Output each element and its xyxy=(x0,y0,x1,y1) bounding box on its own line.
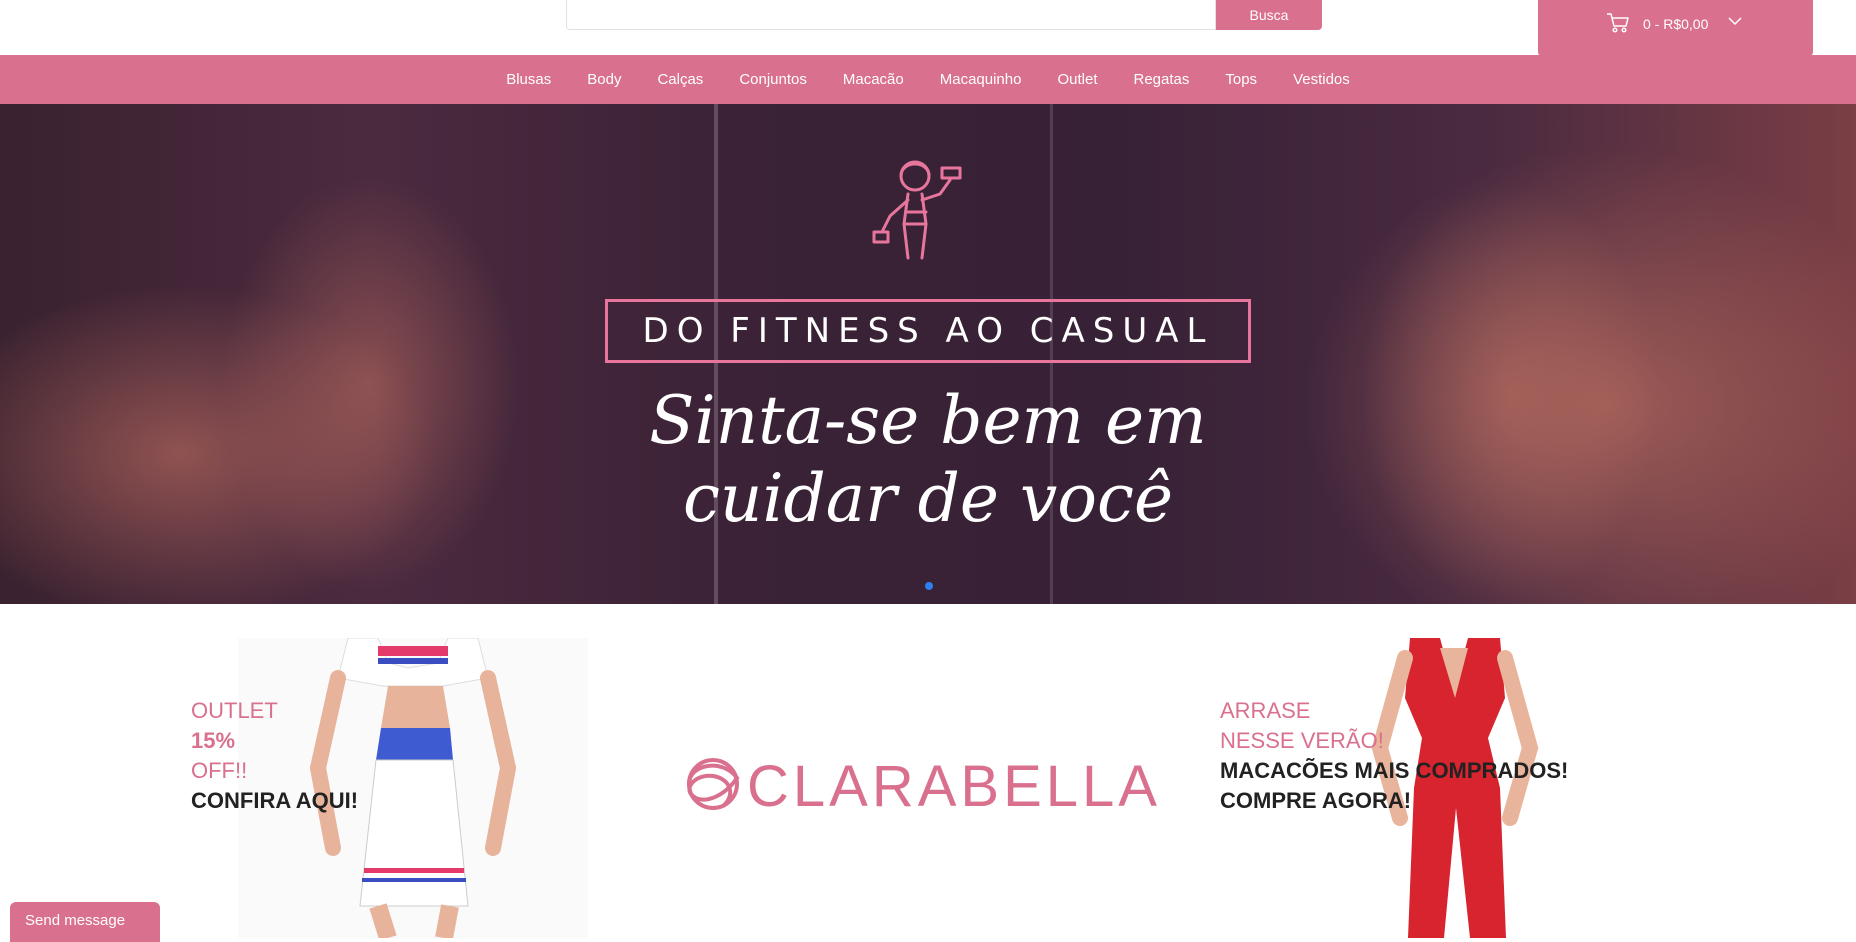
outlet-promo-text[interactable]: OUTLET 15% OFF!! CONFIRA AQUI! xyxy=(191,696,358,816)
nav-item-regatas[interactable]: Regatas xyxy=(1116,71,1208,88)
brand-logo[interactable]: CLARABELLA xyxy=(683,754,1173,814)
promo-left-cta[interactable]: CONFIRA AQUI! xyxy=(191,786,358,816)
hero-tagline-line1: Sinta-se bem em xyxy=(649,382,1207,459)
nav-item-body[interactable]: Body xyxy=(569,71,639,88)
promo-left-line1: OUTLET xyxy=(191,698,278,723)
cart-icon xyxy=(1607,13,1629,33)
hero-tagline-line2: cuidar de você xyxy=(682,460,1174,537)
hero-title-box: DO FITNESS AO CASUAL xyxy=(605,299,1251,363)
category-nav: Blusas Body Calças Conjuntos Macacão Mac… xyxy=(0,55,1856,104)
nav-item-tops[interactable]: Tops xyxy=(1207,71,1275,88)
fitness-woman-icon xyxy=(872,160,962,260)
promo-right-line3: MACACÕES MAIS COMPRADOS! xyxy=(1220,758,1569,783)
cart-button[interactable]: 0 - R$0,00 xyxy=(1538,0,1813,56)
hero-figure-right xyxy=(1360,184,1660,604)
nav-item-outlet[interactable]: Outlet xyxy=(1039,71,1115,88)
nav-item-calcas[interactable]: Calças xyxy=(639,71,721,88)
send-message-button[interactable]: Send message xyxy=(10,902,160,942)
promo-right-line1: ARRASE xyxy=(1220,698,1311,723)
brand-name: CLARABELLA xyxy=(747,754,1161,814)
chevron-down-icon[interactable] xyxy=(1728,16,1742,26)
nav-item-vestidos[interactable]: Vestidos xyxy=(1275,71,1368,88)
promo-left-line3: OFF!! xyxy=(191,758,248,783)
jumpsuit-promo-text[interactable]: ARRASE NESSE VERÃO! MACACÕES MAIS COMPRA… xyxy=(1220,696,1568,816)
hero-title: DO FITNESS AO CASUAL xyxy=(642,311,1214,351)
nav-item-conjuntos[interactable]: Conjuntos xyxy=(721,71,825,88)
promo-section: OUTLET 15% OFF!! CONFIRA AQUI! CLARABELL… xyxy=(0,604,1856,942)
hero-banner[interactable]: DO FITNESS AO CASUAL Sinta-se bem em cui… xyxy=(0,104,1856,604)
promo-left-line2: 15% xyxy=(191,728,236,753)
cart-total: 0 - R$0,00 xyxy=(1643,16,1709,32)
hero-tagline: Sinta-se bem em cuidar de você xyxy=(620,382,1236,538)
search-button[interactable]: Busca xyxy=(1216,0,1322,30)
slider-dot[interactable] xyxy=(925,582,933,590)
top-bar: Busca 0 - R$0,00 xyxy=(0,0,1856,56)
promo-right-cta[interactable]: COMPRE AGORA! xyxy=(1220,786,1568,816)
nav-item-blusas[interactable]: Blusas xyxy=(488,71,569,88)
hero-figure-left xyxy=(220,174,520,594)
search-input[interactable] xyxy=(566,0,1216,30)
nav-item-macaquinho[interactable]: Macaquinho xyxy=(922,71,1040,88)
promo-right-line2: NESSE VERÃO! xyxy=(1220,728,1384,753)
search-bar: Busca xyxy=(566,0,1322,30)
nav-item-macacao[interactable]: Macacão xyxy=(825,71,922,88)
